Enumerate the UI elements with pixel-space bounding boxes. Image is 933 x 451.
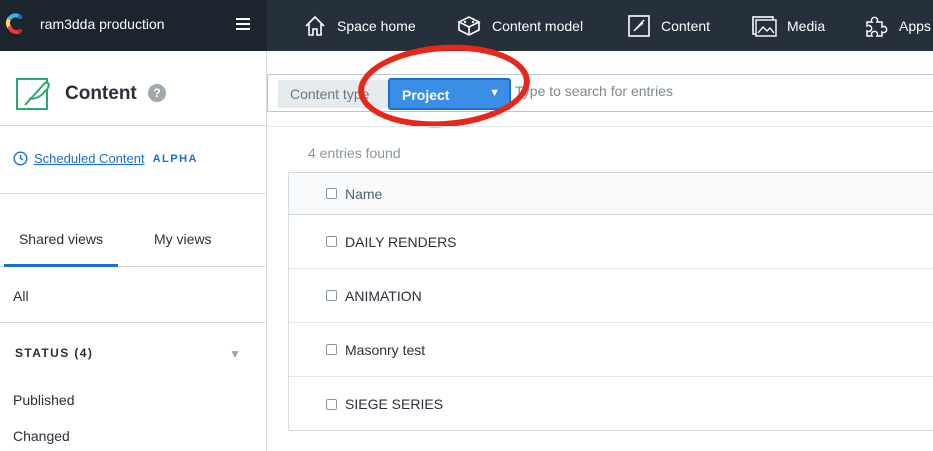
home-icon (305, 15, 325, 36)
caret-down-icon[interactable]: ▼ (229, 347, 241, 361)
table-row[interactable]: SIEGE SERIES (289, 377, 933, 431)
page-title: Content (65, 83, 137, 104)
select-all-checkbox[interactable] (326, 188, 337, 199)
sidebar-header: Content ? (0, 51, 267, 126)
scheduled-content: Scheduled Content ALPHA (13, 151, 198, 166)
contentful-logo-icon (5, 13, 23, 35)
media-icon (752, 15, 777, 37)
table-row[interactable]: Masonry test (289, 323, 933, 377)
entry-name[interactable]: DAILY RENDERS (345, 234, 457, 250)
entry-name[interactable]: SIEGE SERIES (345, 396, 443, 412)
chevron-down-icon: ▼ (489, 87, 500, 99)
nav-space-home[interactable]: Space home (303, 0, 416, 51)
space-switcher[interactable]: ram3dda production (0, 0, 267, 51)
divider (0, 322, 267, 323)
content-type-label: Content type (278, 80, 388, 108)
search-input[interactable] (515, 83, 915, 99)
sidebar: Content ? Scheduled Content ALPHA Shared… (0, 51, 267, 451)
view-all[interactable]: All (13, 288, 29, 304)
views-tabs: Shared views My views (0, 223, 267, 267)
row-checkbox[interactable] (326, 398, 337, 410)
search-bar: Content type Project ▼ (267, 74, 933, 112)
apps-icon (866, 16, 888, 37)
nav-apps[interactable]: Apps (863, 0, 931, 51)
nav-media[interactable]: Media (751, 0, 825, 51)
column-header-name[interactable]: Name (345, 186, 382, 202)
divider (267, 126, 933, 127)
content-type-value: Project (402, 87, 450, 103)
nav-label: Content (661, 17, 711, 34)
entries-table: Name DAILY RENDERS ANIMATION Masonry tes… (288, 172, 933, 431)
table-row[interactable]: ANIMATION (289, 269, 933, 323)
clock-icon (13, 151, 28, 166)
entry-name[interactable]: ANIMATION (345, 288, 422, 304)
tab-my-views[interactable]: My views (154, 223, 212, 267)
nav-content-model[interactable]: Content model (456, 0, 583, 51)
divider (0, 193, 267, 194)
entry-name[interactable]: Masonry test (345, 342, 425, 358)
nav-label: Apps (899, 17, 931, 34)
row-checkbox[interactable] (326, 236, 337, 247)
top-navigation-bar: ram3dda production Space home Content mo… (0, 0, 933, 51)
status-item-published[interactable]: Published (13, 392, 75, 408)
nav-label: Space home (337, 17, 416, 34)
status-item-changed[interactable]: Changed (13, 428, 70, 444)
status-heading: STATUS (4) (15, 346, 94, 360)
content-feather-icon (16, 78, 50, 110)
nav-label: Content model (492, 17, 584, 34)
space-name: ram3dda production (40, 16, 165, 32)
table-row[interactable]: DAILY RENDERS (289, 215, 933, 269)
help-icon[interactable]: ? (148, 84, 166, 102)
row-checkbox[interactable] (326, 344, 337, 355)
menu-icon[interactable] (236, 18, 250, 30)
content-type-select[interactable]: Project ▼ (388, 78, 511, 110)
tab-shared-views[interactable]: Shared views (4, 223, 118, 267)
scheduled-content-link[interactable]: Scheduled Content (34, 151, 145, 166)
row-checkbox[interactable] (326, 290, 337, 301)
nav-content[interactable]: Content (627, 0, 710, 51)
table-header: Name (289, 173, 933, 215)
content-model-icon (457, 15, 481, 36)
nav-label: Media (787, 17, 826, 34)
entries-count: 4 entries found (308, 145, 401, 161)
alpha-badge: ALPHA (152, 152, 198, 165)
content-icon (628, 14, 650, 37)
